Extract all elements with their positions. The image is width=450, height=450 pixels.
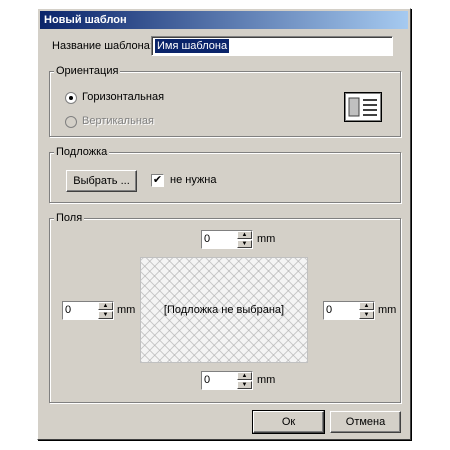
margin-top-value: 0 xyxy=(204,233,211,245)
margin-right-unit: mm xyxy=(378,304,397,316)
spin-up-arrow-icon[interactable]: ▲ xyxy=(359,302,374,310)
background-legend: Подложка xyxy=(54,146,110,159)
cancel-button-label: Отмена xyxy=(345,416,386,428)
margin-bottom-unit: mm xyxy=(257,374,276,386)
spin-down-arrow-icon[interactable]: ▼ xyxy=(237,240,252,248)
margin-top-unit: mm xyxy=(257,233,276,245)
spin-down-arrow-icon[interactable]: ▼ xyxy=(237,381,252,389)
spin-up-arrow-icon[interactable]: ▲ xyxy=(237,231,252,239)
margins-legend: Поля xyxy=(54,212,85,225)
background-group: Подложка Выбрать ... ✔ не нужна xyxy=(49,146,401,203)
cancel-button[interactable]: Отмена xyxy=(330,411,401,433)
template-name-value: Имя шаблона xyxy=(155,39,230,53)
spin-down-arrow-icon[interactable]: ▼ xyxy=(359,311,374,319)
landscape-page-icon xyxy=(344,92,382,122)
template-name-label: Название шаблона: xyxy=(52,40,153,52)
radio-selected-dot xyxy=(69,96,73,100)
template-name-input[interactable]: Имя шаблона xyxy=(151,36,393,56)
margin-right-spinner[interactable]: 0 ▲ ▼ xyxy=(323,301,375,320)
orientation-legend: Ориентация xyxy=(54,65,121,78)
choose-background-label: Выбрать ... xyxy=(73,175,130,187)
orientation-vertical-radio xyxy=(65,116,77,128)
checkmark-icon: ✔ xyxy=(152,174,163,186)
not-needed-label[interactable]: не нужна xyxy=(170,174,217,186)
margin-right-value: 0 xyxy=(326,304,333,316)
orientation-group: Ориентация Горизонтальная Вертикальная xyxy=(49,65,401,137)
title-bar[interactable]: Новый шаблон xyxy=(40,11,408,29)
ok-button[interactable]: Ок xyxy=(252,410,325,434)
margin-bottom-value: 0 xyxy=(204,374,211,386)
new-template-dialog: Новый шаблон Название шаблона: Имя шабло… xyxy=(37,8,411,440)
margin-left-spinner[interactable]: 0 ▲ ▼ xyxy=(62,301,114,320)
spin-down-arrow-icon[interactable]: ▼ xyxy=(98,311,113,319)
preview-placeholder-text: [Подложка не выбрана] xyxy=(163,304,285,316)
not-needed-checkbox[interactable]: ✔ xyxy=(151,174,164,187)
background-preview: [Подложка не выбрана] xyxy=(140,257,308,363)
spin-up-arrow-icon[interactable]: ▲ xyxy=(237,372,252,380)
margin-bottom-spinner[interactable]: 0 ▲ ▼ xyxy=(201,371,253,390)
ok-button-label: Ок xyxy=(281,416,296,428)
orientation-horizontal-radio[interactable] xyxy=(65,92,77,104)
margin-left-unit: mm xyxy=(117,304,136,316)
margin-top-spinner[interactable]: 0 ▲ ▼ xyxy=(201,230,253,249)
margins-group: Поля 0 ▲ ▼ mm [Подложка не выбрана] 0 ▲ … xyxy=(49,212,401,403)
orientation-vertical-label: Вертикальная xyxy=(82,115,154,127)
window-title: Новый шаблон xyxy=(44,14,127,26)
margin-left-value: 0 xyxy=(65,304,72,316)
orientation-horizontal-label[interactable]: Горизонтальная xyxy=(82,91,164,103)
choose-background-button[interactable]: Выбрать ... xyxy=(66,170,137,192)
spin-up-arrow-icon[interactable]: ▲ xyxy=(98,302,113,310)
